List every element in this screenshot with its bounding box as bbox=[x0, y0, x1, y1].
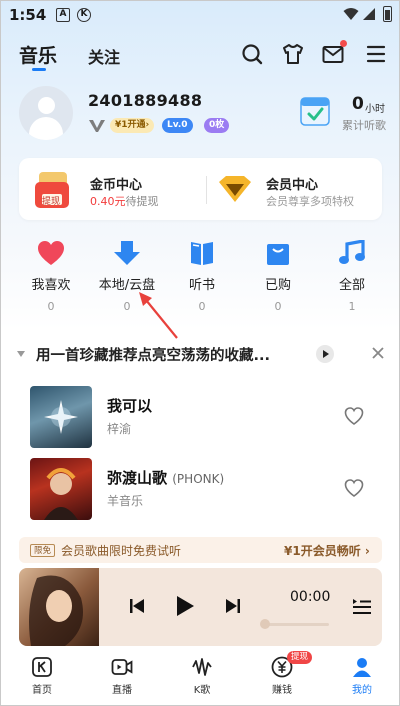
vip-diamond-icon bbox=[219, 176, 251, 202]
playlist-icon[interactable] bbox=[352, 597, 372, 615]
bottom-nav: 首页 直播 K歌 提现 赚钱 我的 bbox=[0, 650, 400, 706]
cellular-icon bbox=[363, 8, 375, 20]
nav-label: 直播 bbox=[112, 685, 132, 696]
song-cover bbox=[30, 386, 92, 448]
quick-item-count: 0 bbox=[274, 300, 282, 313]
notification-k-icon: K bbox=[77, 8, 91, 22]
nav-earn[interactable]: 提现 赚钱 bbox=[252, 651, 312, 696]
quick-item-purchased[interactable]: 已购 0 bbox=[243, 240, 313, 320]
nav-karaoke[interactable]: K歌 bbox=[172, 656, 232, 696]
tshirt-icon[interactable] bbox=[281, 42, 305, 66]
live-icon bbox=[111, 659, 133, 675]
quick-item-all[interactable]: 全部 1 bbox=[317, 240, 387, 320]
nav-profile[interactable]: 我的 bbox=[332, 656, 392, 696]
quick-item-count: 0 bbox=[123, 300, 131, 313]
user-id[interactable]: 2401889488 bbox=[88, 91, 202, 110]
song-title: 弥渡山歌 (PHONK) bbox=[107, 469, 225, 487]
promo-text: 会员歌曲限时免费试听 bbox=[61, 544, 182, 558]
close-icon[interactable] bbox=[370, 345, 386, 361]
progress-track[interactable] bbox=[265, 623, 329, 626]
progress-thumb[interactable] bbox=[260, 619, 270, 629]
top-nav: 音乐 关注 bbox=[0, 38, 400, 72]
profile-icon bbox=[353, 658, 371, 677]
player-cover[interactable] bbox=[19, 568, 99, 646]
notification-a-icon: A bbox=[56, 8, 70, 22]
vip-center-subtitle: 会员尊享多项特权 bbox=[266, 195, 354, 208]
status-time: 1:54 bbox=[9, 6, 47, 24]
quick-item-label: 已购 bbox=[264, 278, 291, 293]
card-divider bbox=[206, 176, 207, 204]
quick-item-label: 本地/云盘 bbox=[98, 278, 156, 293]
nav-label: 赚钱 bbox=[272, 685, 292, 696]
quick-item-count: 0 bbox=[47, 300, 55, 313]
quick-item-label: 全部 bbox=[338, 278, 365, 293]
heart-icon bbox=[38, 241, 64, 265]
player-time: 00:00 bbox=[290, 589, 331, 605]
home-k-icon bbox=[32, 657, 52, 677]
menu-icon[interactable] bbox=[364, 42, 388, 66]
nav-label: 我的 bbox=[352, 685, 372, 696]
play-icon[interactable] bbox=[174, 595, 196, 617]
download-arrow-icon bbox=[114, 241, 140, 265]
battery-icon bbox=[383, 6, 392, 22]
song-artist: 羊音乐 bbox=[107, 494, 144, 508]
mail-button[interactable] bbox=[321, 40, 347, 66]
tab-active-indicator bbox=[32, 68, 46, 71]
nav-label: 首页 bbox=[32, 685, 52, 696]
shopping-bag-icon bbox=[267, 244, 289, 265]
listen-hours: 0 bbox=[352, 94, 364, 114]
song-cover bbox=[30, 458, 92, 520]
karaoke-icon bbox=[192, 658, 212, 676]
heart-outline-icon[interactable] bbox=[344, 478, 364, 498]
withdraw-badge: 提现 bbox=[287, 651, 312, 664]
unread-dot bbox=[340, 40, 347, 47]
vip-level-icon[interactable] bbox=[88, 117, 106, 133]
quick-item-count: 0 bbox=[198, 300, 206, 313]
song-row[interactable]: 弥渡山歌 (PHONK) 羊音乐 bbox=[0, 458, 400, 526]
withdraw-icon-label: 提现 bbox=[42, 197, 61, 207]
mini-player[interactable]: 00:00 bbox=[19, 568, 382, 646]
avatar[interactable] bbox=[19, 86, 73, 140]
quick-item-local-cloud[interactable]: 本地/云盘 0 bbox=[92, 240, 162, 320]
collapse-triangle-icon[interactable] bbox=[17, 351, 25, 357]
quick-item-label: 我喜欢 bbox=[31, 278, 71, 293]
recommend-title[interactable]: 用一首珍藏推荐点亮空荡荡的收藏... bbox=[36, 344, 306, 365]
wifi-icon bbox=[343, 8, 359, 20]
previous-icon[interactable] bbox=[129, 598, 145, 614]
search-icon[interactable] bbox=[240, 42, 264, 66]
song-title: 我可以 bbox=[107, 397, 153, 415]
quick-item-label: 听书 bbox=[188, 278, 215, 293]
listen-unit: 小时 bbox=[365, 104, 385, 115]
listen-label[interactable]: 累计听歌 bbox=[342, 117, 386, 133]
song-artist: 梓渝 bbox=[107, 422, 132, 436]
quick-item-favorites[interactable]: 我喜欢 0 bbox=[16, 240, 86, 320]
tab-music[interactable]: 音乐 bbox=[19, 41, 57, 68]
coin-amount: 0.40元 bbox=[90, 195, 126, 208]
vip-center-title: 会员中心 bbox=[266, 178, 319, 193]
center-card: 提现 金币中心 0.40元待提现 会员中心 会员尊享多项特权 bbox=[19, 158, 382, 220]
coin-center-title: 金币中心 bbox=[90, 178, 143, 193]
next-icon[interactable] bbox=[225, 598, 241, 614]
nav-label: K歌 bbox=[193, 685, 211, 696]
promo-cta[interactable]: ¥1开会员畅听 › bbox=[284, 542, 370, 559]
vip-promo-banner[interactable]: 限免 会员歌曲限时免费试听 ¥1开会员畅听 › bbox=[19, 537, 382, 563]
open-vip-badge[interactable]: ¥1开通› bbox=[110, 118, 155, 133]
calendar-check-icon[interactable] bbox=[300, 94, 330, 126]
nav-home[interactable]: 首页 bbox=[12, 656, 72, 696]
free-tag: 限免 bbox=[30, 544, 56, 557]
tab-follow[interactable]: 关注 bbox=[88, 44, 120, 68]
level-badge[interactable]: Lv.0 bbox=[162, 118, 193, 133]
coin-center-subtitle: 0.40元待提现 bbox=[90, 193, 159, 209]
song-row[interactable]: 我可以 梓渝 bbox=[0, 386, 400, 454]
quick-item-count: 1 bbox=[348, 300, 356, 313]
medal-badge[interactable]: 0枚 bbox=[204, 118, 230, 133]
book-icon bbox=[191, 242, 213, 265]
music-note-icon bbox=[339, 240, 365, 264]
coin-amount-suffix: 待提现 bbox=[125, 195, 159, 208]
heart-outline-icon[interactable] bbox=[344, 406, 364, 426]
quick-item-audiobook[interactable]: 听书 0 bbox=[167, 240, 237, 320]
play-all-icon[interactable] bbox=[316, 345, 334, 363]
status-bar: 1:54 A K bbox=[0, 0, 400, 32]
nav-live[interactable]: 直播 bbox=[92, 656, 152, 696]
